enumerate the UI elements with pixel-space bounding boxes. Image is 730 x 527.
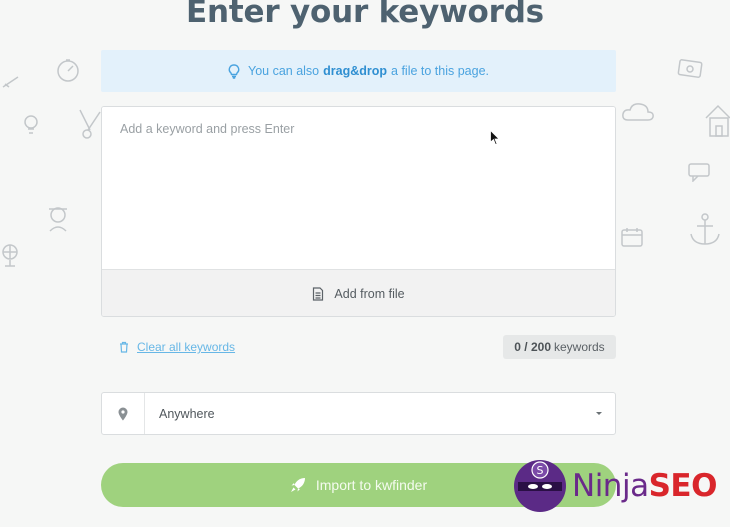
ninja-mascot-icon: S [514,460,566,512]
rocket-icon [290,477,306,493]
keywords-input[interactable] [102,107,615,269]
mouse-cursor-icon [490,129,500,151]
trash-icon [119,341,129,353]
clear-all-label: Clear all keywords [137,340,236,354]
bulb-doodle-icon [22,114,40,136]
hint-strong: drag&drop [323,64,388,78]
location-select[interactable]: Anywhere [101,392,616,435]
anchor-doodle-icon [687,212,723,248]
person-doodle-icon [45,205,71,233]
map-pin-icon [102,393,145,434]
ninja-badge-letter: S [537,464,544,477]
keywords-panel: Add from file [101,106,616,317]
chat-doodle-icon [687,160,713,182]
location-value: Anywhere [159,406,215,421]
drag-drop-hint: You can also drag&drop a file to this pa… [101,50,616,92]
lightbulb-icon [228,63,240,79]
hint-suffix: a file to this page. [391,64,489,78]
keyword-count-unit: keywords [554,340,605,354]
caret-down-icon[interactable] [583,411,615,416]
house-doodle-icon [704,102,730,138]
ninjaseo-wordmark: NinjaSEO [572,468,717,504]
wordmark-part1: Ninja [572,468,649,504]
document-icon [312,287,324,301]
wordmark-part2: SEO [648,468,718,504]
calendar-doodle-icon [620,226,644,248]
money-doodle-icon [676,58,704,80]
add-from-file-label: Add from file [334,287,405,301]
globe-doodle-icon [0,242,20,268]
ninjaseo-watermark: S NinjaSEO [512,458,722,514]
import-label: Import to kwfinder [315,477,428,493]
add-from-file-button[interactable]: Add from file [102,269,615,316]
keyword-counter: 0 / 200 keywords [503,335,616,359]
page-title: Enter your keywords [186,0,544,30]
scissors-doodle-icon [78,108,102,140]
stopwatch-doodle-icon [55,58,81,84]
hint-prefix: You can also [248,64,320,78]
keyword-count-value: 0 / 200 [514,340,551,354]
clear-all-keywords-link[interactable]: Clear all keywords [119,340,235,354]
cloud-doodle-icon [620,100,656,124]
pen-doodle-icon [2,75,20,89]
